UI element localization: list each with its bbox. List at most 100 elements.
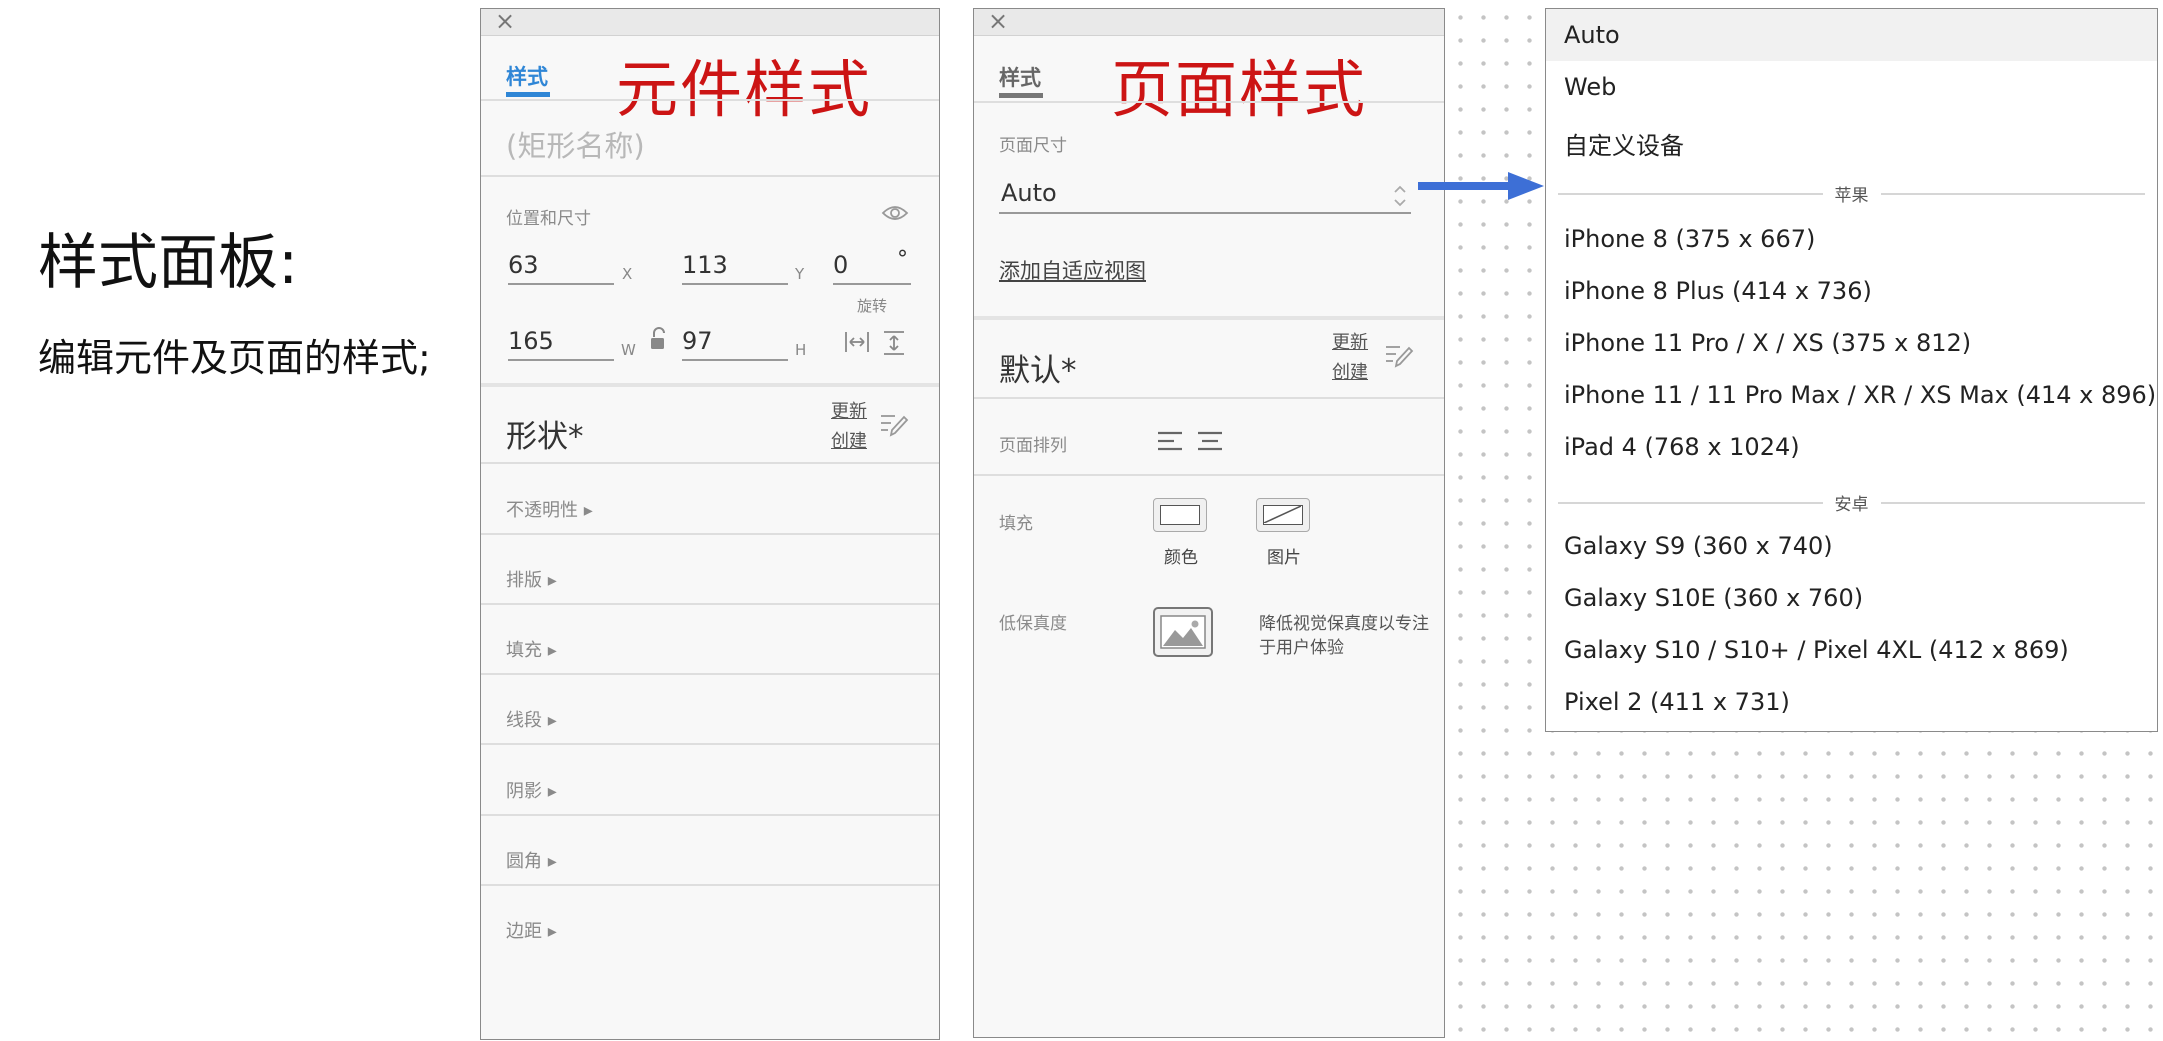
page-size-dropdown: Auto Web 自定义设备 苹果 iPhone 8 (375 x 667) i… [1545,8,2158,732]
panel-header-bar: × [974,9,1444,36]
tab-active-indicator [506,92,550,97]
divider [974,474,1444,476]
fill-image-button[interactable] [1256,498,1310,532]
h-label: H [795,341,807,359]
low-fidelity-desc-line1: 降低视觉保真度以专注 [1259,614,1429,634]
create-style-link[interactable]: 创建 [831,427,867,457]
slide-description: 编辑元件及页面的样式; [38,336,431,380]
group-header-apple: 苹果 [1558,181,2145,206]
eye-icon[interactable] [881,203,909,223]
divider [481,175,939,177]
image-fill-icon [1263,505,1303,525]
tab-style[interactable]: 样式 [506,61,548,91]
field-underline [508,283,614,285]
field-underline [508,359,614,361]
divider [974,397,1444,399]
section-shadow[interactable]: 阴影 ▸ [506,777,557,803]
dropdown-option-web[interactable]: Web [1564,73,1616,101]
style-links: 更新 创建 [831,397,867,457]
dropdown-option-pixel-2[interactable]: Pixel 2 (411 x 731) [1564,688,1790,716]
widget-name-input[interactable]: (矩形名称) [506,123,645,165]
close-icon[interactable]: × [495,9,515,35]
group-header-android: 安卓 [1558,490,2145,515]
x-label: X [622,265,633,283]
panel-header-bar: × [481,9,939,36]
divider [481,743,939,745]
low-fidelity-toggle[interactable] [1153,607,1213,657]
edit-style-icon[interactable] [1384,342,1414,370]
divider [974,101,1444,103]
divider [481,462,939,464]
fill-label: 填充 [999,514,1033,534]
dropdown-option-galaxy-s10[interactable]: Galaxy S10 / S10+ / Pixel 4XL (412 x 869… [1564,636,2069,664]
dropdown-option-iphone-8[interactable]: iPhone 8 (375 x 667) [1564,225,1815,253]
group-label: 苹果 [1822,181,1881,206]
widget-style-panel: × 样式 元件样式 (矩形名称) 位置和尺寸 63 X 113 Y 0 ° 旋转… [480,8,940,1040]
section-border[interactable]: 线段 ▸ [506,706,557,732]
edit-style-icon[interactable] [879,411,909,439]
field-underline [833,283,911,285]
style-name: 默认* [999,353,1077,389]
field-underline [682,283,788,285]
dropdown-option-galaxy-s10e[interactable]: Galaxy S10E (360 x 760) [1564,584,1863,612]
align-left-icon[interactable] [1156,429,1184,453]
dropdown-option-galaxy-s9[interactable]: Galaxy S9 (360 x 740) [1564,532,1833,560]
update-style-link[interactable]: 更新 [831,397,867,427]
chevron-updown-icon [1394,185,1406,207]
degree-symbol: ° [897,247,908,272]
dropdown-option-iphone-8-plus[interactable]: iPhone 8 Plus (414 x 736) [1564,277,1872,305]
style-name: 形状* [506,419,584,455]
field-underline [999,212,1411,214]
dropdown-option-auto[interactable]: Auto [1564,21,1620,49]
dropdown-option-iphone-11-pro[interactable]: iPhone 11 Pro / X / XS (375 x 812) [1564,329,1971,357]
tab-style[interactable]: 样式 [999,62,1041,92]
slide-title: 样式面板: [38,228,299,298]
divider [481,99,939,101]
pointer-arrow-icon [1418,172,1544,200]
fill-color-button[interactable] [1153,498,1207,532]
divider [481,383,939,387]
create-style-link[interactable]: 创建 [1332,358,1368,388]
rotation-field[interactable]: 0 [833,251,848,279]
height-field[interactable]: 97 [682,327,713,355]
align-center-icon[interactable] [1196,429,1224,453]
close-icon[interactable]: × [988,9,1008,35]
section-fill[interactable]: 填充 ▸ [506,636,557,662]
field-underline [682,359,788,361]
width-field[interactable]: 165 [508,327,554,355]
color-swatch-icon [1160,505,1200,525]
page-size-select[interactable]: Auto [999,177,1411,213]
dropdown-option-iphone-11[interactable]: iPhone 11 / 11 Pro Max / XR / XS Max (41… [1564,381,2156,409]
panel-heading: 元件样式 [616,53,873,126]
image-icon [1160,615,1206,649]
x-field[interactable]: 63 [508,251,539,279]
divider [974,316,1444,320]
tab-active-indicator [999,93,1043,98]
divider [481,673,939,675]
fill-color-label: 颜色 [1164,548,1198,568]
dropdown-option-custom-device[interactable]: 自定义设备 [1564,126,1684,161]
page-size-value: Auto [1001,179,1057,207]
style-links: 更新 创建 [1332,328,1368,388]
divider [481,603,939,605]
fit-height-icon[interactable] [881,329,907,357]
section-typography[interactable]: 排版 ▸ [506,566,557,592]
unlock-icon[interactable] [649,327,667,351]
section-corner-radius[interactable]: 圆角 ▸ [506,847,557,873]
page-size-label: 页面尺寸 [999,136,1067,156]
low-fidelity-desc-line2: 于用户体验 [1259,638,1344,658]
low-fidelity-label: 低保真度 [999,614,1067,634]
dropdown-option-ipad-4[interactable]: iPad 4 (768 x 1024) [1564,433,1800,461]
add-adaptive-view-link[interactable]: 添加自适应视图 [999,255,1146,285]
panel-heading: 页面样式 [1111,53,1368,126]
divider [481,533,939,535]
update-style-link[interactable]: 更新 [1332,328,1368,358]
section-opacity[interactable]: 不透明性 ▸ [506,496,593,522]
divider [481,814,939,816]
fit-width-icon[interactable] [843,329,871,355]
selected-item-highlight [1546,9,2157,61]
y-field[interactable]: 113 [682,251,728,279]
group-label: 安卓 [1822,490,1881,515]
section-padding[interactable]: 边距 ▸ [506,917,557,943]
page-align-label: 页面排列 [999,436,1067,456]
